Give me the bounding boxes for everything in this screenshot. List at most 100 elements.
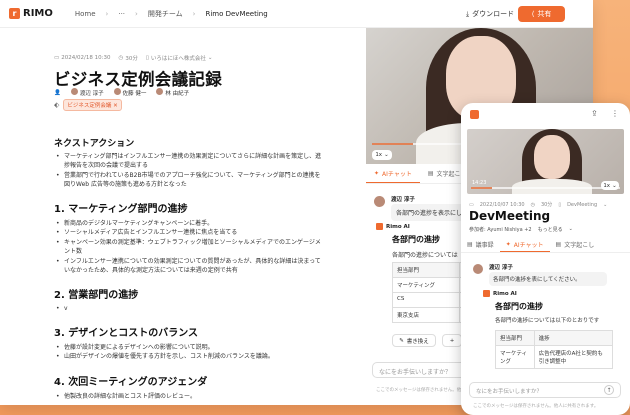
list-item: v bbox=[56, 304, 324, 314]
tab-ai-chat[interactable]: ✦ AIチャット bbox=[499, 237, 550, 252]
ai-intro: 各部門の進捗については以下のとおりです bbox=[495, 318, 600, 324]
participants: 👤 渡辺 淳子 佐藤 健一 林 由紀子 bbox=[54, 88, 189, 97]
send-icon[interactable]: ↑ bbox=[604, 385, 614, 395]
tag-chip[interactable]: ビジネス定例会議 ✕ bbox=[63, 99, 122, 111]
participant-name: 佐藤 健一 bbox=[122, 91, 147, 97]
bullet-list: マーケティング部門はインフルエンサー連携の効果測定についてさらに詳細な計画を策定… bbox=[56, 152, 324, 190]
download-button[interactable]: ⤓ ダウンロード bbox=[466, 9, 514, 19]
meta-date: ▭ 2024/02/18 10:30 bbox=[54, 55, 111, 61]
breadcrumb-ellipsis[interactable]: ··· bbox=[118, 10, 125, 18]
rimo-logo[interactable]: r RIMO bbox=[9, 8, 53, 19]
share-button[interactable]: ⟨ 共有 bbox=[518, 6, 565, 22]
speed-selector[interactable]: 1x ⌄ bbox=[372, 150, 392, 160]
bullet-list: 佐藤が設計変更によるデザインへの影響について説明。 山田がデザインの爆値を優先す… bbox=[56, 343, 324, 362]
section-heading: 3. デザインとコストのバランス bbox=[54, 328, 199, 339]
breadcrumb-home[interactable]: Home bbox=[75, 10, 96, 18]
avatar bbox=[113, 88, 121, 95]
breadcrumb-team[interactable]: 開発チーム bbox=[148, 9, 183, 19]
bullet-list: 新商品のデジタルマーケティングキャンペーンに着手。 ソーシャルメディア広告とイン… bbox=[56, 219, 324, 276]
phone-header: ⇪ ⋮ bbox=[461, 103, 630, 127]
list-item: インフルエンサー連携についての効果測定についての質問があったが、具体的な詳細は決… bbox=[56, 257, 324, 276]
add-button[interactable]: + bbox=[442, 334, 462, 347]
video-progress[interactable] bbox=[471, 187, 620, 189]
ai-heading: 各部門の進捗 bbox=[495, 302, 543, 311]
list-item: 他製改良の詳細な計画とコスト評価のレビュー。 bbox=[56, 392, 324, 402]
rimo-ai-icon bbox=[483, 290, 490, 297]
tab-label: 文字起こし bbox=[564, 242, 595, 249]
list-item: 新商品のデジタルマーケティングキャンペーンに着手。 bbox=[56, 219, 324, 229]
people-icon: 👤 bbox=[54, 89, 61, 96]
chevron-down-icon: ⌄ bbox=[603, 201, 608, 208]
more-icon[interactable]: ⋮ bbox=[611, 109, 619, 118]
ai-name: Rimo AI bbox=[386, 223, 410, 230]
phone-title: DevMeeting bbox=[469, 209, 551, 223]
phone-date: 2022/10/07 10:30 bbox=[479, 201, 525, 208]
transcript-icon: ▤ bbox=[427, 170, 434, 177]
breadcrumb-current: Rimo DevMeeting bbox=[205, 9, 268, 18]
sparkle-icon: ✦ bbox=[505, 240, 511, 248]
video-time: 14:23 bbox=[472, 180, 487, 186]
participants-label: 参加者: Ayumi Nishiya +2 bbox=[469, 227, 532, 233]
tab-ai-chat[interactable]: ✦ AIチャット bbox=[366, 164, 420, 183]
speed-selector[interactable]: 1x ⌄ bbox=[601, 181, 619, 190]
doc-org: いろはにほへ株式会社 bbox=[150, 56, 206, 62]
tab-transcript[interactable]: ▤ 文字起こし bbox=[550, 237, 601, 252]
table-cell: 東京支店 bbox=[392, 307, 460, 323]
table-header: 進捗 bbox=[533, 330, 614, 346]
chat-note: ここでのメッセージは保存されません。他人に共有されます。 bbox=[473, 404, 599, 409]
ai-name: Rimo AI bbox=[493, 290, 517, 297]
bullet-list: 他製改良の詳細な計画とコスト評価のレビュー。 bbox=[56, 392, 324, 402]
participant[interactable]: 佐藤 健一 bbox=[113, 88, 147, 97]
section-heading: 2. 営業部門の進捗 bbox=[54, 290, 139, 301]
meta-org[interactable]: ▯ いろはにほへ株式会社 ⌄ bbox=[146, 54, 213, 62]
phone-folder[interactable]: DevMeeting bbox=[567, 202, 597, 208]
share-icon: ⟨ bbox=[531, 10, 535, 18]
tag-row: ⬖ ビジネス定例会議 ✕ bbox=[54, 99, 122, 111]
phone-tabs: ▤ 議事録 ✦ AIチャット ▤ 文字起こし bbox=[461, 237, 630, 253]
download-label: ダウンロード bbox=[472, 10, 515, 18]
table-cell: CS bbox=[392, 292, 460, 308]
user-name: 渡辺 淳子 bbox=[489, 265, 513, 271]
document-pane: ▭ 2024/02/18 10:30 ◷ 30分 ▯ いろはにほへ株式会社 ⌄ ビジネス… bbox=[0, 28, 366, 405]
clock-icon: ◷ bbox=[530, 201, 535, 208]
chat-input[interactable]: なにをお手伝いしますか？ bbox=[469, 382, 621, 398]
list-item: 佐藤が設計変更によるデザインへの影響について説明。 bbox=[56, 343, 324, 353]
list-item: マーケティング部門はインフルエンサー連携の効果測定についてさらに詳細な計画を策定… bbox=[56, 152, 324, 171]
breadcrumb-separator: › bbox=[105, 9, 109, 18]
list-item: 山田がデザインの爆値を優先する方針を示し、コスト削減のバランスを議論。 bbox=[56, 352, 324, 362]
chevron-down-icon: ⌄ bbox=[568, 226, 573, 232]
share-label: 共有 bbox=[537, 10, 552, 18]
participant[interactable]: 渡辺 淳子 bbox=[70, 88, 104, 97]
rimo-ai-icon bbox=[376, 223, 383, 230]
share-icon[interactable]: ⇪ bbox=[591, 109, 598, 118]
top-bar: r RIMO Home › ··· › 開発チーム › Rimo DevMeeti… bbox=[0, 0, 593, 28]
breadcrumb-separator: › bbox=[135, 9, 138, 18]
list-item: ソーシャルメディア広告とインフルエンサー連携に焦点を当てる bbox=[56, 228, 324, 238]
participant[interactable]: 林 由紀子 bbox=[156, 88, 189, 97]
table-header-row: 担当部門進捗 bbox=[495, 330, 614, 346]
table-cell: 広告代理店のA社と契約も引き調整中 bbox=[533, 345, 614, 369]
table-cell: マーケティング bbox=[392, 277, 460, 293]
meta-duration: ◷ 30分 bbox=[119, 54, 138, 62]
breadcrumb-separator: › bbox=[192, 9, 196, 18]
rewrite-button[interactable]: ✎ 書き換え bbox=[392, 334, 436, 347]
avatar bbox=[156, 88, 164, 95]
section-heading: 4. 次回ミーティングのアジェンダ bbox=[54, 377, 208, 388]
rewrite-icon: ✎ bbox=[399, 337, 404, 344]
table-header: 担当部門 bbox=[392, 262, 460, 278]
phone-video-player[interactable]: 14:23 1x ⌄ bbox=[467, 129, 624, 194]
rimo-logo-icon bbox=[470, 110, 479, 119]
more-link[interactable]: もっと見る bbox=[538, 226, 563, 233]
ai-intro: 各部門の進捗については bbox=[392, 252, 458, 259]
participant-name: 渡辺 淳子 bbox=[79, 91, 104, 97]
speed-label: 1x bbox=[375, 152, 383, 158]
tab-label: 議事録 bbox=[475, 242, 494, 249]
folder-icon: ▯ bbox=[145, 55, 149, 61]
ai-sender: Rimo AI bbox=[483, 290, 517, 297]
user-avatar bbox=[374, 196, 385, 207]
list-item: キャンペーン効果の測定基準：ウェブトラフィック増加とソーシャルメディアでのエンゲ… bbox=[56, 238, 324, 257]
tab-minutes[interactable]: ▤ 議事録 bbox=[461, 237, 500, 252]
tab-label: AIチャット bbox=[382, 170, 412, 178]
table-row: マーケティング 広告代理店のA社と契約も引き調整中 bbox=[495, 345, 614, 369]
ai-sender: Rimo AI bbox=[376, 223, 410, 230]
